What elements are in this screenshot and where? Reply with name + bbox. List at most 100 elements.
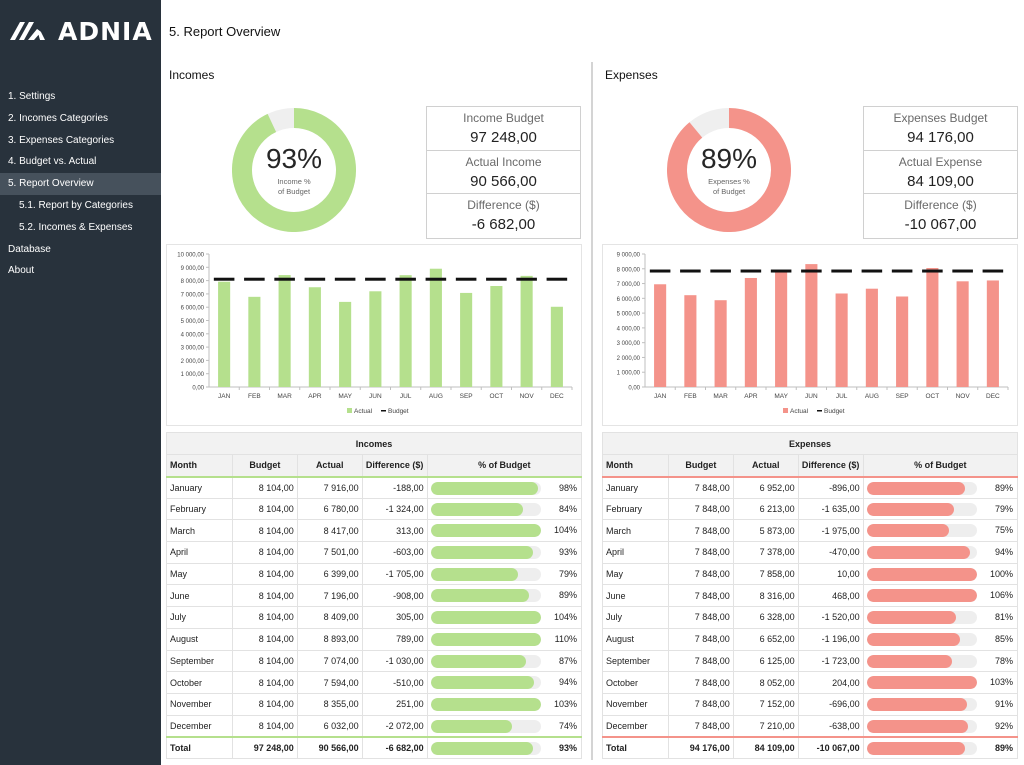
cell-month: June xyxy=(166,584,233,608)
cell-percent-of-budget: 84% xyxy=(426,497,583,521)
column-header-month[interactable]: Month xyxy=(166,454,233,478)
progress-bar-fill xyxy=(866,524,950,538)
percent-label: 106% xyxy=(989,590,1013,601)
column-header-difference[interactable]: Difference ($) xyxy=(361,454,428,478)
expenses-budget-marker xyxy=(770,269,792,273)
column-header-actual[interactable]: Actual xyxy=(732,454,799,478)
sidebar-item-3-expenses-categories[interactable]: 3. Expenses Categories xyxy=(0,130,161,152)
incomes-budget-marker xyxy=(274,277,295,281)
cell-month: March xyxy=(166,519,233,543)
expenses-x-tick-label: FEB xyxy=(684,393,697,400)
table-row: September 7 848,00 6 125,00 -1 723,00 78… xyxy=(602,649,1019,673)
incomes-x-tick-label: JUL xyxy=(400,393,412,400)
cell-percent-of-budget: 94% xyxy=(862,541,1019,564)
cell-month: March xyxy=(602,519,669,543)
progress-bar-fill xyxy=(866,741,965,755)
incomes-y-tick-label: 0,00 xyxy=(192,386,204,392)
cell-budget: 7 848,00 xyxy=(667,519,734,543)
incomes-budget-marker xyxy=(395,277,416,281)
sidebar-item-5-1-report-by-categories[interactable]: 5.1. Report by Categories xyxy=(0,195,161,217)
percent-label: 100% xyxy=(989,568,1013,579)
section-divider xyxy=(591,62,593,760)
cell-month: April xyxy=(166,541,233,564)
incomes-budget-marker xyxy=(304,277,326,281)
sidebar-item-5-report-overview[interactable]: 5. Report Overview xyxy=(0,173,161,195)
cell-month: May xyxy=(166,562,233,586)
column-header-actual[interactable]: Actual xyxy=(296,454,363,478)
table-row: September 8 104,00 7 074,00 -1 030,00 87… xyxy=(166,649,583,673)
cell-month: October xyxy=(602,671,669,694)
expenses-x-tick-label: SEP xyxy=(896,393,909,400)
cell-percent-of-budget: 92% xyxy=(862,714,1019,738)
expenses-kpi-panel: Expenses Budget 94 176,00 Actual Expense… xyxy=(863,106,1018,239)
cell-budget: 94 176,00 xyxy=(667,735,734,759)
sidebar-item-4-budget-vs-actual[interactable]: 4. Budget vs. Actual xyxy=(0,151,161,173)
column-header-percent-of-budget[interactable]: % of Budget xyxy=(862,454,1019,478)
cell-month: June xyxy=(602,584,669,608)
expenses-x-tick-label: JUL xyxy=(836,393,848,400)
expenses-x-tick-label: JAN xyxy=(654,393,667,400)
sidebar-item-2-incomes-categories[interactable]: 2. Incomes Categories xyxy=(0,108,161,130)
progress-bar-track xyxy=(866,719,977,733)
percent-label: 78% xyxy=(994,655,1013,666)
incomes-bar-actual xyxy=(369,291,382,387)
incomes-budget-marker xyxy=(516,277,537,281)
incomes-y-tick-label: 6 000,00 xyxy=(181,306,205,312)
table-caption-row: Expenses xyxy=(602,432,1018,455)
percent-label: 89% xyxy=(994,742,1013,753)
cell-month: October xyxy=(166,671,233,694)
percent-label: 94% xyxy=(994,547,1013,558)
progress-bar-fill xyxy=(866,632,961,646)
column-header-budget[interactable]: Budget xyxy=(667,454,734,478)
cell-month: Total xyxy=(166,735,233,759)
cell-actual: 8 052,00 xyxy=(732,671,799,694)
kpi-expense-difference: Difference ($) -10 067,00 xyxy=(864,194,1017,238)
progress-bar-track xyxy=(430,697,541,711)
expenses-bar-actual xyxy=(956,281,969,387)
progress-bar-track xyxy=(866,654,977,668)
sidebar-item-1-settings[interactable]: 1. Settings xyxy=(0,86,161,108)
percent-label: 89% xyxy=(994,482,1013,493)
cell-month: August xyxy=(166,627,233,651)
expenses-budget-marker xyxy=(891,269,913,273)
table-row: December 7 848,00 7 210,00 -638,00 92% xyxy=(602,714,1019,738)
cell-difference: 204,00 xyxy=(797,671,864,694)
column-header-difference[interactable]: Difference ($) xyxy=(797,454,864,478)
sidebar-item-about[interactable]: About xyxy=(0,260,161,282)
percent-label: 81% xyxy=(994,612,1013,623)
progress-bar-fill xyxy=(430,632,541,646)
cell-month: November xyxy=(166,692,233,716)
expenses-budget-marker xyxy=(680,269,701,273)
table-row: March 7 848,00 5 873,00 -1 975,00 75% xyxy=(602,519,1019,543)
cell-actual: 7 858,00 xyxy=(732,562,799,586)
expenses-bar-actual xyxy=(805,264,818,387)
cell-budget: 8 104,00 xyxy=(231,476,298,499)
expenses-y-tick-label: 1 000,00 xyxy=(617,371,641,377)
cell-actual: 7 501,00 xyxy=(296,541,363,564)
kpi-value: 94 176,00 xyxy=(907,129,974,146)
table-row: June 8 104,00 7 196,00 -908,00 89% xyxy=(166,584,583,608)
column-header-budget[interactable]: Budget xyxy=(231,454,298,478)
column-header-percent-of-budget[interactable]: % of Budget xyxy=(426,454,583,478)
sidebar-item-5-2-incomes-expenses[interactable]: 5.2. Incomes & Expenses xyxy=(0,217,161,239)
expenses-x-tick-label: DEC xyxy=(986,393,1000,400)
percent-label: 103% xyxy=(553,698,577,709)
expenses-budget-marker xyxy=(982,269,1004,273)
cell-difference: 468,00 xyxy=(797,584,864,608)
kpi-label: Expenses Budget xyxy=(893,111,988,125)
expenses-budget-marker xyxy=(831,269,852,273)
cell-month: September xyxy=(602,649,669,673)
sidebar-item-database[interactable]: Database xyxy=(0,239,161,261)
expenses-donut-label: Expenses % of Budget xyxy=(708,177,750,197)
cell-percent-of-budget: 106% xyxy=(862,584,1019,608)
expenses-y-tick-label: 9 000,00 xyxy=(617,253,641,259)
column-header-month[interactable]: Month xyxy=(602,454,669,478)
incomes-legend-budget-swatch xyxy=(381,410,386,412)
cell-difference: -2 072,00 xyxy=(361,714,428,738)
expenses-legend-actual-label: Actual xyxy=(790,408,809,415)
cell-budget: 7 848,00 xyxy=(667,627,734,651)
incomes-bar-chart: 0,00 1 000,00 2 000,00 3 000,00 4 000,00 5 00… xyxy=(166,244,582,426)
table-row: June 7 848,00 8 316,00 468,00 106% xyxy=(602,584,1019,608)
cell-budget: 8 104,00 xyxy=(231,584,298,608)
incomes-x-tick-label: JUN xyxy=(369,393,382,400)
